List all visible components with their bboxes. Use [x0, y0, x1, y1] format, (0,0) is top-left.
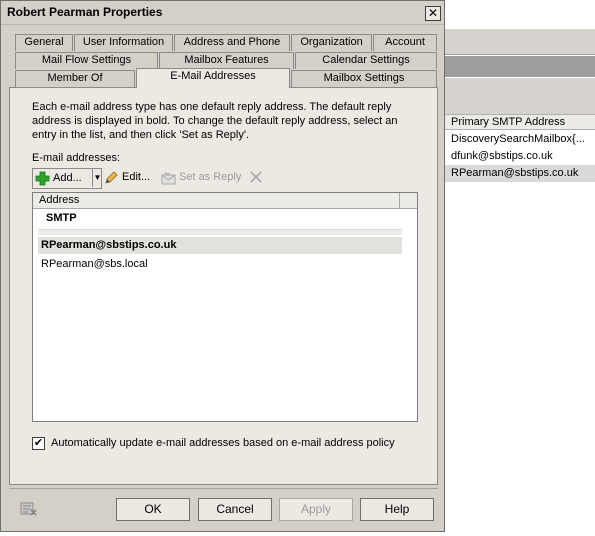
tab-user-information[interactable]: User Information	[74, 34, 173, 51]
pencil-icon	[105, 171, 118, 184]
tab-email-addresses[interactable]: E-Mail Addresses	[136, 68, 290, 88]
tab-mailbox-features[interactable]: Mailbox Features	[159, 52, 294, 69]
add-dropdown-arrow[interactable]: ▼	[92, 168, 102, 187]
plus-icon	[35, 171, 50, 186]
console-row-selected[interactable]: RPearman@sbstips.co.uk	[445, 165, 595, 182]
tab-member-of[interactable]: Member Of	[15, 70, 135, 87]
title-bar[interactable]: Robert Pearman Properties ✕	[1, 1, 444, 25]
tab-mailbox-settings[interactable]: Mailbox Settings	[291, 70, 437, 87]
auto-update-label: Automatically update e-mail addresses ba…	[51, 437, 395, 449]
reply-icon	[161, 172, 176, 185]
console-filter-area	[445, 78, 595, 114]
help-button[interactable]: Help	[360, 498, 434, 521]
cancel-button[interactable]: Cancel	[198, 498, 272, 521]
set-as-reply-button[interactable]: Set as Reply	[161, 168, 241, 189]
set-as-reply-label: Set as Reply	[179, 171, 242, 183]
list-item-default-address[interactable]: RPearman@sbstips.co.uk	[38, 237, 402, 254]
tab-account[interactable]: Account	[373, 34, 437, 51]
tab-address-and-phone[interactable]: Address and Phone	[174, 34, 290, 51]
tab-calendar-settings[interactable]: Calendar Settings	[295, 52, 437, 69]
console-column-header[interactable]: Primary SMTP Address	[445, 114, 595, 130]
tab-general[interactable]: General	[15, 34, 73, 51]
group-separator	[38, 229, 402, 235]
list-header: Address	[33, 193, 417, 209]
console-row[interactable]: dfunk@sbstips.co.uk	[445, 148, 595, 165]
dialog-title: Robert Pearman Properties	[7, 5, 163, 19]
email-addresses-label: E-mail addresses:	[32, 152, 121, 164]
x-icon	[250, 171, 262, 183]
edit-button[interactable]: Edit...	[104, 168, 150, 189]
email-address-list[interactable]: Address SMTP RPearman@sbstips.co.uk RPea…	[32, 192, 418, 422]
edit-button-label: Edit...	[122, 171, 151, 183]
chevron-down-icon: ▼	[93, 173, 102, 182]
add-button-label: Add...	[53, 172, 82, 184]
address-column-header[interactable]: Address	[33, 193, 400, 208]
console-toolbar	[445, 29, 595, 55]
properties-dialog: Robert Pearman Properties ✕ General User…	[0, 0, 445, 532]
footer-divider	[9, 488, 438, 489]
close-button[interactable]: ✕	[425, 6, 441, 21]
tab-organization[interactable]: Organization	[291, 34, 372, 51]
tab-mail-flow-settings[interactable]: Mail Flow Settings	[15, 52, 158, 69]
delete-button[interactable]	[248, 168, 264, 189]
ok-button[interactable]: OK	[116, 498, 190, 521]
description-text: Each e-mail address type has one default…	[32, 101, 398, 141]
list-item-address[interactable]: RPearman@sbs.local	[38, 256, 402, 273]
smtp-group-label: SMTP	[46, 212, 77, 224]
console-header-bar	[445, 56, 595, 77]
console-row[interactable]: DiscoverySearchMailbox{...	[445, 131, 595, 148]
help-icon[interactable]	[20, 501, 38, 517]
auto-update-checkbox[interactable]: ✔	[32, 437, 45, 450]
apply-button[interactable]: Apply	[279, 498, 353, 521]
